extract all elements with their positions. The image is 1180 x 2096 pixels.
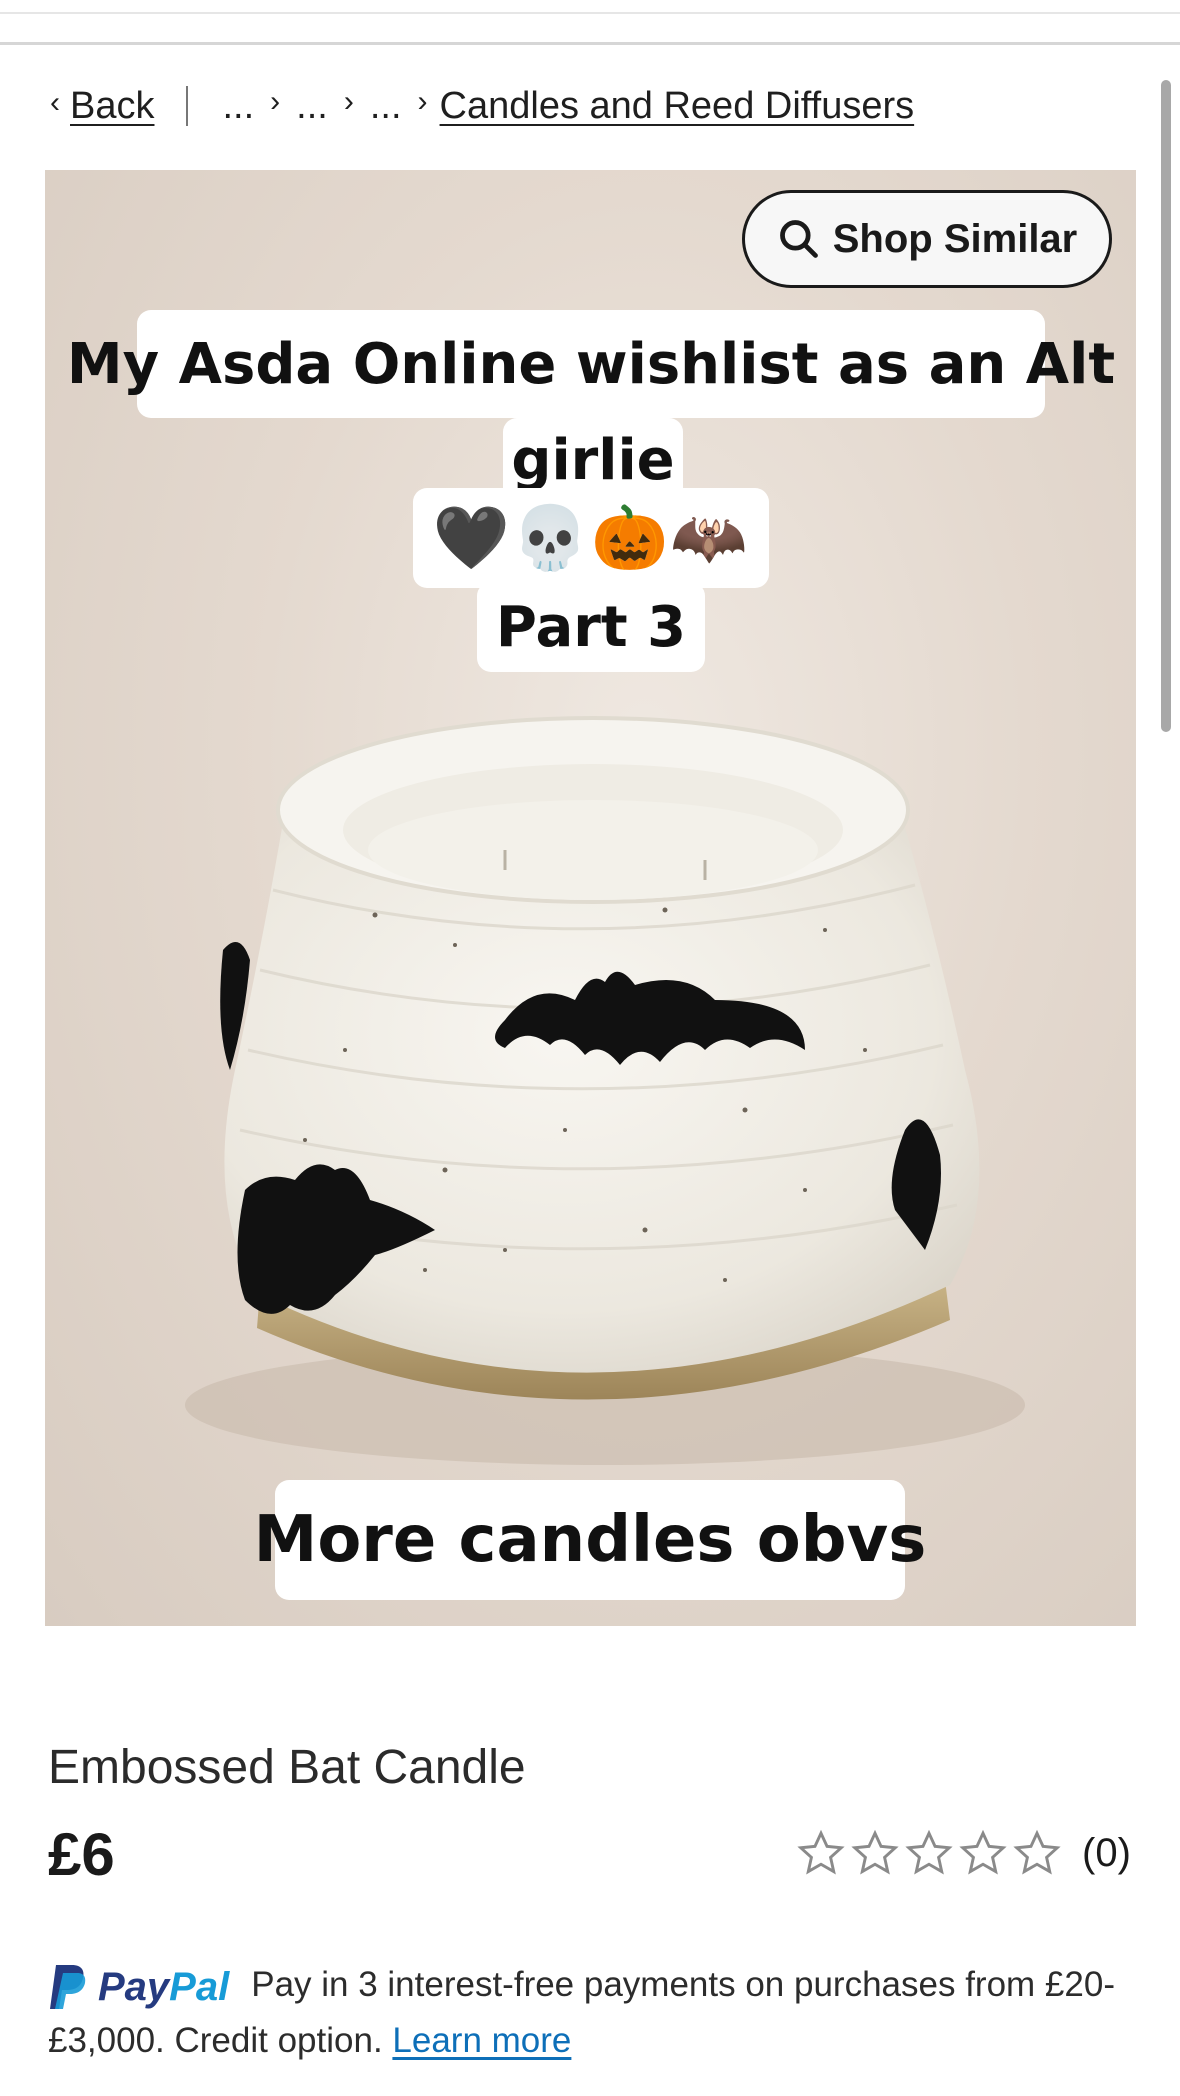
star-empty-icon — [851, 1829, 899, 1875]
breadcrumb-separator — [186, 86, 189, 126]
breadcrumb-ellipsis-1[interactable]: ... — [222, 85, 254, 128]
star-empty-icon — [959, 1829, 1007, 1875]
star-empty-icon — [797, 1829, 845, 1875]
scrollbar-thumb[interactable] — [1161, 80, 1171, 732]
chevron-left-icon: ‹ — [50, 86, 60, 119]
product-price: £6 — [48, 1821, 115, 1888]
paypal-wordmark-pal: Pal — [169, 1964, 230, 2009]
product-image[interactable]: Shop Similar My Asda Online wishlist as … — [45, 170, 1136, 1626]
back-link[interactable]: Back — [70, 85, 154, 128]
breadcrumb: ‹ Back ... › ... › ... › Candles and Ree… — [40, 78, 914, 134]
paypal-banner: PayPal Pay in 3 interest-free payments o… — [48, 1958, 1138, 2068]
paypal-icon — [50, 1964, 86, 2009]
chevron-right-icon: › — [417, 85, 428, 118]
star-empty-icon — [1013, 1829, 1061, 1875]
product-title: Embossed Bat Candle — [48, 1741, 526, 1794]
shop-similar-button[interactable]: Shop Similar — [742, 190, 1112, 288]
shop-similar-label: Shop Similar — [832, 216, 1078, 261]
rating-stars[interactable]: (0) — [796, 1828, 1131, 1878]
review-count[interactable]: (0) — [1082, 1831, 1131, 1876]
breadcrumb-ellipsis-3[interactable]: ... — [370, 85, 402, 128]
caption-emojis: 🖤💀🎃🦇 — [413, 488, 769, 588]
top-divider — [0, 12, 1180, 14]
search-icon — [779, 220, 818, 258]
breadcrumb-current-category[interactable]: Candles and Reed Diffusers — [440, 85, 915, 128]
chevron-right-icon: › — [270, 85, 281, 118]
learn-more-link[interactable]: Learn more — [392, 2021, 571, 2060]
caption-line-3: Part 3 — [477, 582, 705, 672]
caption-line-1: My Asda Online wishlist as an Alt — [67, 310, 1115, 418]
paypal-logo: PayPal — [48, 1960, 229, 2014]
paypal-wordmark-pay: Pay — [98, 1964, 170, 2009]
caption-bottom: More candles obvs — [254, 1480, 926, 1600]
star-empty-icon — [905, 1829, 953, 1875]
header-divider — [0, 42, 1180, 45]
paypal-wordmark: PayPal — [98, 1960, 229, 2014]
chevron-right-icon: › — [343, 85, 354, 118]
breadcrumb-ellipsis-2[interactable]: ... — [296, 85, 328, 128]
